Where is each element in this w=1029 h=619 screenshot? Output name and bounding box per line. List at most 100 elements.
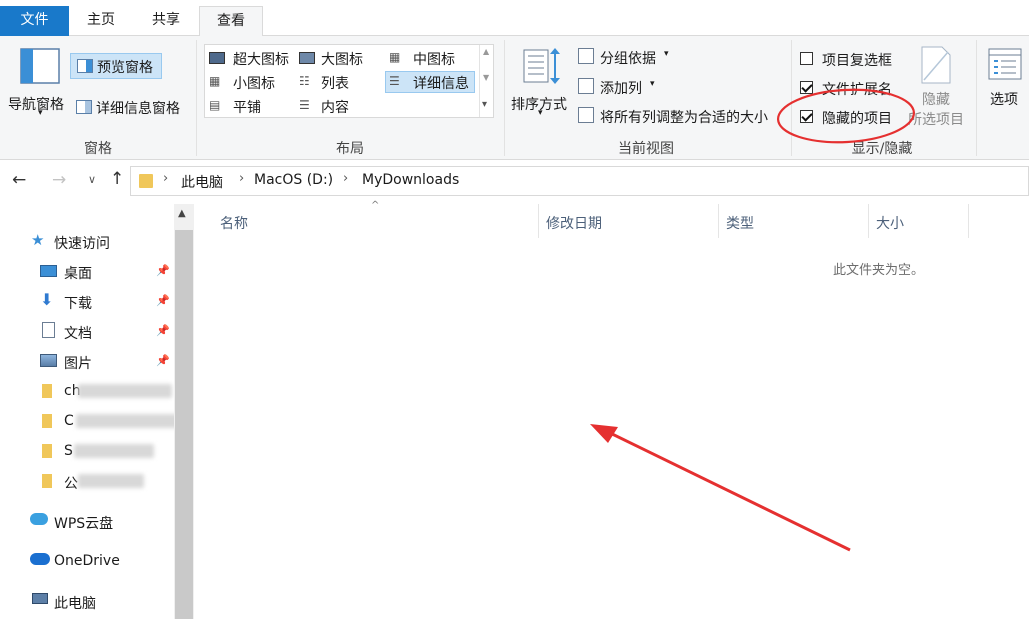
pin-icon[interactable]: 📌 [156,294,170,307]
layout-medium-icons[interactable]: ▦ 中图标 [387,47,475,69]
nav-scrollbar[interactable]: ▲ [174,204,194,619]
back-arrow-icon[interactable]: ← [12,170,26,190]
hide-selected-label-1: 隐藏 [922,92,950,108]
column-header-type[interactable]: 类型 [726,213,754,233]
file-extensions-checkbox[interactable] [800,81,813,94]
pin-icon[interactable]: 📌 [156,264,170,277]
small-icons-icon: ▦ [209,74,221,88]
nav-quick-access[interactable]: ★ 快速访问 [0,228,174,256]
size-columns-icon [578,107,594,123]
layout-tiles[interactable]: ▤ 平铺 [207,95,297,117]
column-divider[interactable] [718,204,719,238]
breadcrumb-separator-icon[interactable]: › [343,171,348,186]
item-checkboxes-toggle[interactable]: 项目复选框 [798,48,908,70]
forward-arrow-icon[interactable]: → [52,170,66,190]
nav-folder[interactable]: ch [0,378,174,406]
breadcrumb-current-folder[interactable]: MyDownloads [362,172,459,188]
options-icon [988,48,1022,80]
navigation-pane: ★ 快速访问 桌面 📌 ⬇ 下载 📌 文档 📌 图片 📌 ch C S 公 WP… [0,204,196,619]
hidden-items-checkbox[interactable] [800,110,813,123]
file-list[interactable]: ^ 名称 修改日期 类型 大小 此文件夹为空。 [194,200,1029,619]
nav-label: S [64,443,73,459]
layout-large-icons[interactable]: 大图标 [297,47,385,69]
options-button[interactable]: 选项 [982,44,1028,128]
breadcrumb-separator-icon[interactable]: › [239,171,244,186]
nav-onedrive[interactable]: OneDrive [0,548,174,576]
size-all-columns-button[interactable]: 将所有列调整为合适的大小 [576,103,784,127]
nav-wps-cloud[interactable]: WPS云盘 [0,508,174,536]
redaction-blur [78,384,172,398]
details-icon: ☰ [389,74,400,88]
size-columns-label: 将所有列调整为合适的大小 [600,110,768,126]
column-header-name[interactable]: 名称 [220,213,248,233]
preview-pane-button[interactable]: 预览窗格 [70,53,162,79]
pin-icon[interactable]: 📌 [156,354,170,367]
add-columns-icon [578,78,594,94]
layout-extra-large-icons[interactable]: 超大图标 [207,47,297,69]
options-label: 选项 [990,92,1018,108]
layout-scroll[interactable]: ▲ ▼ ▾ [479,45,493,117]
nav-label: 下载 [64,296,92,312]
breadcrumb-this-pc[interactable]: 此电脑 [181,172,223,192]
hide-selected-button[interactable]: 隐藏 所选项目 [906,44,970,128]
item-checkboxes-label: 项目复选框 [822,53,892,69]
tab-view[interactable]: 查看 [199,6,263,37]
layout-small-icons[interactable]: ▦ 小图标 [207,71,297,93]
nav-pictures[interactable]: 图片 📌 [0,348,174,376]
layout-content[interactable]: ☰ 内容 [297,95,385,117]
tab-home[interactable]: 主页 [69,6,133,36]
layout-label: 中图标 [413,52,455,68]
tab-file[interactable]: 文件 [0,6,69,36]
hidden-items-toggle[interactable]: 隐藏的项目 [798,106,908,128]
nav-pane-button[interactable]: 导航窗格 ▾ [4,42,70,122]
layout-label: 列表 [321,76,349,92]
nav-this-pc[interactable]: 此电脑 [0,588,174,616]
nav-desktop[interactable]: 桌面 📌 [0,258,174,286]
breadcrumb-separator-icon[interactable]: › [163,171,168,186]
ribbon-tabs: 文件 主页 共享 查看 [0,0,1029,37]
column-divider[interactable] [868,204,869,238]
nav-label: 快速访问 [54,236,110,252]
show-hide-group-label: 显示/隐藏 [851,141,913,157]
nav-folder[interactable]: C [0,408,196,436]
nav-folder[interactable]: S [0,438,174,466]
pin-icon[interactable]: 📌 [156,324,170,337]
nav-downloads[interactable]: ⬇ 下载 📌 [0,288,174,316]
folder-icon [139,174,153,188]
folder-icon [42,444,52,458]
star-icon: ★ [31,231,45,249]
details-pane-button[interactable]: 详细信息窗格 [70,94,192,120]
column-divider[interactable] [538,204,539,238]
scroll-up-icon[interactable]: ▲ [178,208,186,219]
nav-pane-label: 导航窗格 [8,97,64,113]
layout-label: 大图标 [321,52,363,68]
up-arrow-icon[interactable]: ↑ [110,169,124,189]
column-divider[interactable] [968,204,969,238]
nav-label: 图片 [64,356,92,372]
address-bar[interactable]: › 此电脑 › MacOS (D:) › MyDownloads [130,166,1029,196]
column-header-modified[interactable]: 修改日期 [546,213,602,233]
large-icons-icon [299,52,315,64]
sort-by-button[interactable]: 排序方式 ▾ [508,42,574,122]
breadcrumb-drive[interactable]: MacOS (D:) [254,172,333,188]
layout-label: 内容 [321,100,349,116]
file-extensions-toggle[interactable]: 文件扩展名 [798,77,908,99]
download-arrow-icon: ⬇ [40,290,54,309]
layout-gallery: 超大图标 大图标 ▦ 中图标 ▦ 小图标 ☷ 列表 ☰ 详细信息 ▤ 平铺 ☰ … [204,44,494,118]
item-checkboxes-checkbox[interactable] [800,52,813,65]
chevron-down-icon: ▾ [650,79,655,89]
layout-list[interactable]: ☷ 列表 [297,71,385,93]
scrollbar-thumb[interactable] [175,230,193,619]
sort-indicator-icon: ^ [371,200,380,211]
nav-folder[interactable]: 公 [0,468,174,496]
tab-share[interactable]: 共享 [133,6,199,36]
recent-locations-chevron-icon[interactable]: ∨ [88,173,96,186]
nav-documents[interactable]: 文档 📌 [0,318,174,346]
add-columns-button[interactable]: 添加列 ▾ [576,74,662,98]
layout-details[interactable]: ☰ 详细信息 [387,71,475,93]
list-icon: ☷ [299,74,310,88]
layout-label: 小图标 [233,76,275,92]
group-divider [504,40,505,156]
group-by-button[interactable]: 分组依据 ▾ [576,44,676,68]
column-header-size[interactable]: 大小 [876,213,904,233]
